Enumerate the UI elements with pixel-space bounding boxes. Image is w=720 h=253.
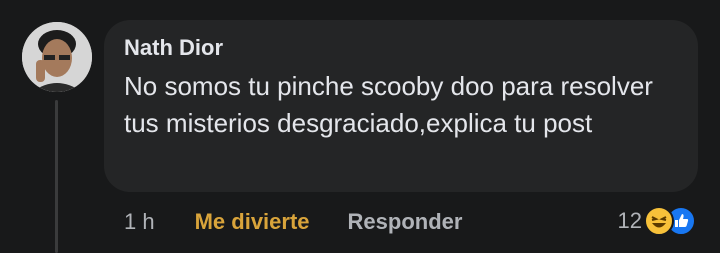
reaction-count: 12 (617, 208, 642, 233)
comment-text: No somos tu pinche scooby doo para resol… (124, 71, 653, 138)
haha-icon (644, 206, 674, 236)
comment-actions: 1 h Me divierte Responder (124, 206, 462, 238)
reply-button[interactable]: Responder (348, 209, 463, 235)
comment-author[interactable]: Nath Dior (124, 34, 678, 62)
thread-line (55, 100, 58, 253)
avatar[interactable] (22, 22, 92, 92)
avatar-image (22, 22, 92, 92)
reaction-button[interactable]: Me divierte (195, 209, 310, 235)
comment-bubble: Nath Dior No somos tu pinche scooby doo … (104, 20, 698, 192)
reaction-summary[interactable]: 12 (618, 204, 696, 238)
comment-timestamp[interactable]: 1 h (124, 209, 155, 235)
